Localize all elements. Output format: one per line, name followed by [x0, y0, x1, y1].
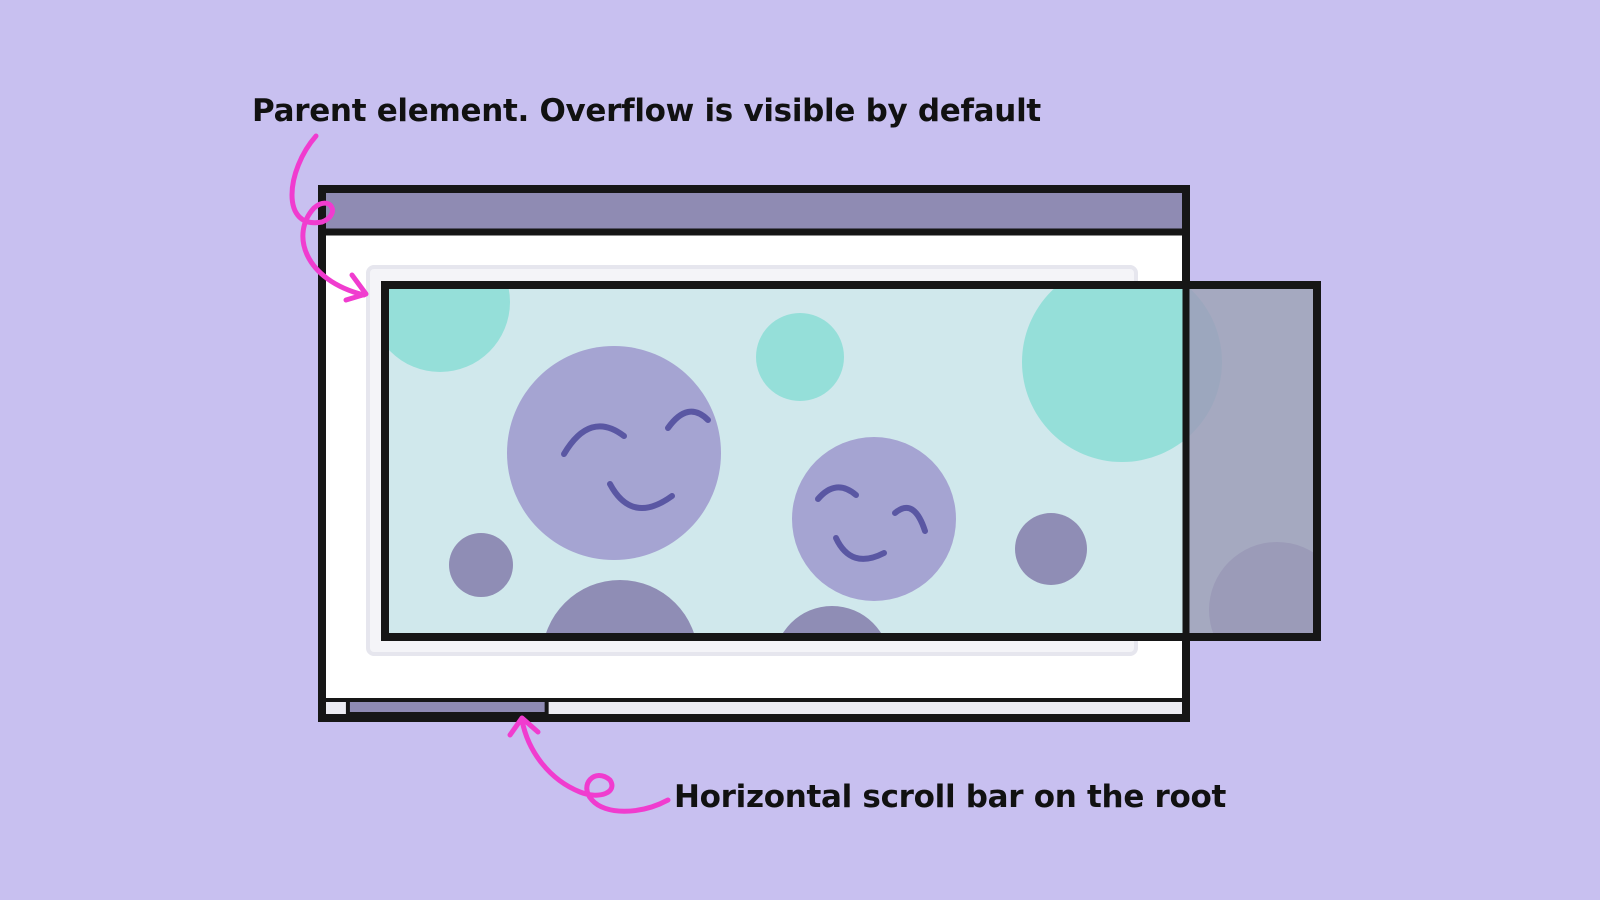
teal-circle [756, 313, 844, 401]
dark-circle [449, 533, 513, 597]
diagram-canvas: Parent element. Overflow is visible by d… [0, 0, 1600, 900]
parent-element-annotation: Parent element. Overflow is visible by d… [252, 93, 1041, 129]
diagram-svg [0, 0, 1600, 900]
overflow-region [1186, 288, 1314, 634]
scrollbar-annotation: Horizontal scroll bar on the root [674, 779, 1227, 815]
dark-circle [1015, 513, 1087, 585]
smiley-face-small [792, 437, 956, 601]
window-titlebar [322, 189, 1186, 232]
horizontal-scrollbar-thumb[interactable] [345, 698, 549, 716]
smiley-face-large [507, 346, 721, 560]
